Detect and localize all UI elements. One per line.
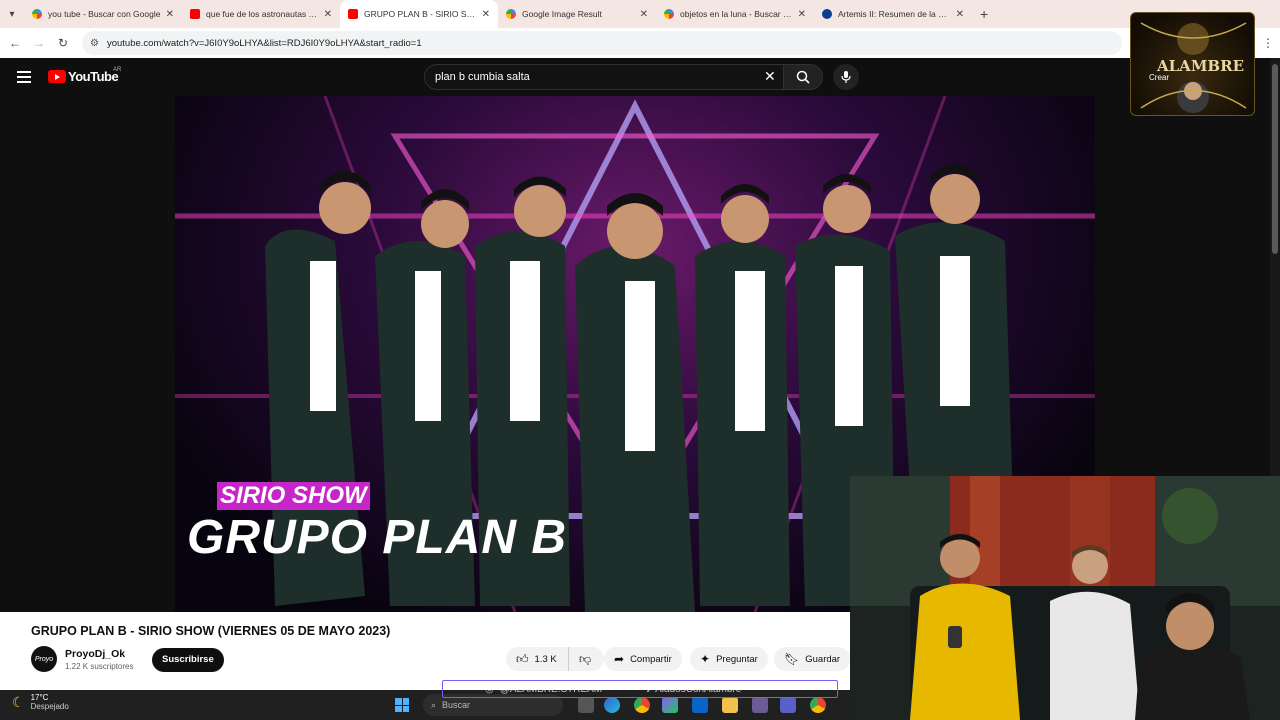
page-scrollbar[interactable] — [1270, 58, 1280, 476]
temperature: 17°C — [30, 693, 49, 702]
stream-handle-right: AladosConAlambre — [655, 683, 742, 695]
tab-google-image-result[interactable]: Google Image Result ✕ — [498, 0, 656, 28]
youtube-wordmark: YouTube — [68, 69, 119, 84]
nasa-icon — [822, 9, 832, 19]
voice-search-button[interactable] — [833, 64, 859, 90]
subscriber-count: 1.22 K suscriptores — [65, 662, 134, 671]
share-button[interactable]: ➦ Compartir — [604, 647, 682, 671]
like-button[interactable]: 👍︎ 1.3 K — [506, 647, 568, 671]
stream-handles-overlay: ◎ @ALAMBRE.STREAM ♪ AladosConAlambre — [442, 680, 838, 698]
edge-icon[interactable] — [604, 697, 620, 713]
webcam-image — [850, 476, 1280, 720]
tab-title: objetos en la luna - Buscar con — [680, 9, 794, 19]
ask-label: Preguntar — [716, 653, 758, 665]
google-icon — [664, 9, 674, 19]
tab-artemis[interactable]: Artemis II: Resumen de la misió ✕ — [814, 0, 972, 28]
scrollbar-thumb[interactable] — [1272, 64, 1278, 254]
forward-icon[interactable]: → — [27, 36, 51, 50]
url-field[interactable]: ⚙ youtube.com/watch?v=J6I0Y9oLHYA&list=R… — [82, 31, 1122, 55]
video-overlay-subtitle: SIRIO SHOW — [217, 482, 370, 510]
tab-youtube-astronauts[interactable]: que fue de los astronautas que ✕ — [182, 0, 340, 28]
channel-avatar[interactable]: Proyo — [31, 646, 57, 672]
youtube-icon — [348, 9, 358, 19]
clear-search-icon[interactable]: ✕ — [764, 68, 776, 85]
taskbar-search-placeholder: Buscar — [442, 700, 471, 710]
outlook-icon[interactable] — [692, 697, 708, 713]
save-button[interactable]: 🔖︎ Guardar — [774, 647, 851, 671]
reload-icon[interactable]: ↻ — [51, 36, 75, 50]
tab-title: Google Image Result — [522, 9, 602, 19]
video-overlay-title: GRUPO PLAN B — [187, 511, 568, 564]
tab-title: Artemis II: Resumen de la misió — [838, 9, 952, 19]
sparkle-icon: ✦ — [700, 652, 711, 666]
task-view-icon[interactable] — [578, 697, 594, 713]
close-tab-icon[interactable]: ✕ — [166, 9, 174, 20]
copilot-icon[interactable] — [662, 697, 678, 713]
youtube-logo[interactable]: YouTube AR — [48, 67, 122, 84]
windows-start-icon[interactable] — [395, 698, 409, 712]
microphone-icon — [841, 71, 851, 83]
dislike-button[interactable]: 👎︎ — [568, 647, 604, 671]
youtube-header: YouTube AR plan b cumbia salta ✕ — [0, 58, 1270, 96]
alambre-logo-sub: Crear — [1149, 73, 1170, 82]
tab-google-moon-objects[interactable]: objetos en la luna - Buscar con ✕ — [656, 0, 814, 28]
youtube-icon — [190, 9, 200, 19]
site-info-icon[interactable]: ⚙ — [90, 38, 99, 49]
alambre-logo: ALAMBRE Crear — [1130, 12, 1255, 116]
chrome-active-icon[interactable] — [810, 697, 826, 713]
back-icon[interactable]: ← — [3, 36, 27, 50]
alambre-logo-text: ALAMBRE — [1157, 57, 1245, 75]
share-label: Compartir — [630, 653, 672, 665]
tiktok-icon: ♪ — [646, 683, 652, 695]
file-explorer-icon[interactable] — [722, 697, 738, 713]
thumbs-down-icon: 👎︎ — [579, 651, 592, 666]
moon-icon: ☾ — [12, 693, 25, 710]
close-tab-icon[interactable]: ✕ — [640, 9, 648, 20]
youtube-play-icon — [48, 70, 66, 83]
weather-widget[interactable]: ☾ 17°C Despejado — [12, 693, 69, 711]
chrome-icon[interactable] — [634, 697, 650, 713]
google-icon — [506, 9, 516, 19]
search-button[interactable] — [783, 64, 823, 90]
new-tab-button[interactable]: + — [980, 6, 988, 22]
search-input[interactable]: plan b cumbia salta — [424, 64, 784, 90]
app-icon[interactable] — [752, 697, 768, 713]
subscribe-button[interactable]: Suscribirse — [152, 648, 224, 672]
browser-menu-icon[interactable]: ⋮ — [1262, 36, 1274, 50]
like-count: 1.3 K — [534, 653, 557, 665]
browser-tab-bar: ▾ you tube - Buscar con Google ✕ que fue… — [0, 0, 1280, 28]
menu-icon[interactable] — [17, 71, 31, 83]
tab-title: you tube - Buscar con Google — [48, 9, 161, 19]
webcam-overlay — [850, 476, 1280, 720]
tab-search-menu-button[interactable]: ▾ — [0, 0, 24, 28]
video-title: GRUPO PLAN B - SIRIO SHOW (VIERNES 05 DE… — [31, 624, 391, 638]
tab-title: GRUPO PLAN B - SIRIO SHOW — [364, 9, 478, 19]
tab-google-search[interactable]: you tube - Buscar con Google ✕ — [24, 0, 182, 28]
country-code: AR — [113, 67, 122, 73]
tab-youtube-plan-b[interactable]: GRUPO PLAN B - SIRIO SHOW ✕ — [340, 0, 498, 28]
instagram-icon: ◎ — [485, 683, 494, 695]
close-tab-icon[interactable]: ✕ — [798, 9, 806, 20]
search-icon: ⌕ — [431, 699, 437, 710]
google-icon — [32, 9, 42, 19]
search-icon — [796, 70, 810, 84]
bookmark-icon: 🔖︎ — [784, 652, 800, 666]
channel-name[interactable]: ProyoDj_Ok — [65, 648, 125, 660]
stream-handle-left: @ALAMBRE.STREAM — [499, 683, 603, 695]
weather-condition: Despejado — [30, 702, 69, 711]
save-label: Guardar — [805, 653, 841, 665]
close-tab-icon[interactable]: ✕ — [324, 9, 332, 20]
ask-button[interactable]: ✦ Preguntar — [690, 647, 768, 671]
address-bar: ← → ↻ ⚙ youtube.com/watch?v=J6I0Y9oLHYA&… — [0, 28, 1280, 58]
url-text: youtube.com/watch?v=J6I0Y9oLHYA&list=RDJ… — [106, 37, 422, 49]
share-icon: ➦ — [614, 652, 625, 666]
teams-icon[interactable] — [780, 697, 796, 713]
video-info-panel: GRUPO PLAN B - SIRIO SHOW (VIERNES 05 DE… — [0, 612, 851, 690]
thumbs-up-icon: 👍︎ — [516, 651, 529, 666]
close-tab-icon[interactable]: ✕ — [956, 9, 964, 20]
tab-title: que fue de los astronautas que — [206, 9, 320, 19]
close-tab-icon[interactable]: ✕ — [482, 9, 490, 20]
